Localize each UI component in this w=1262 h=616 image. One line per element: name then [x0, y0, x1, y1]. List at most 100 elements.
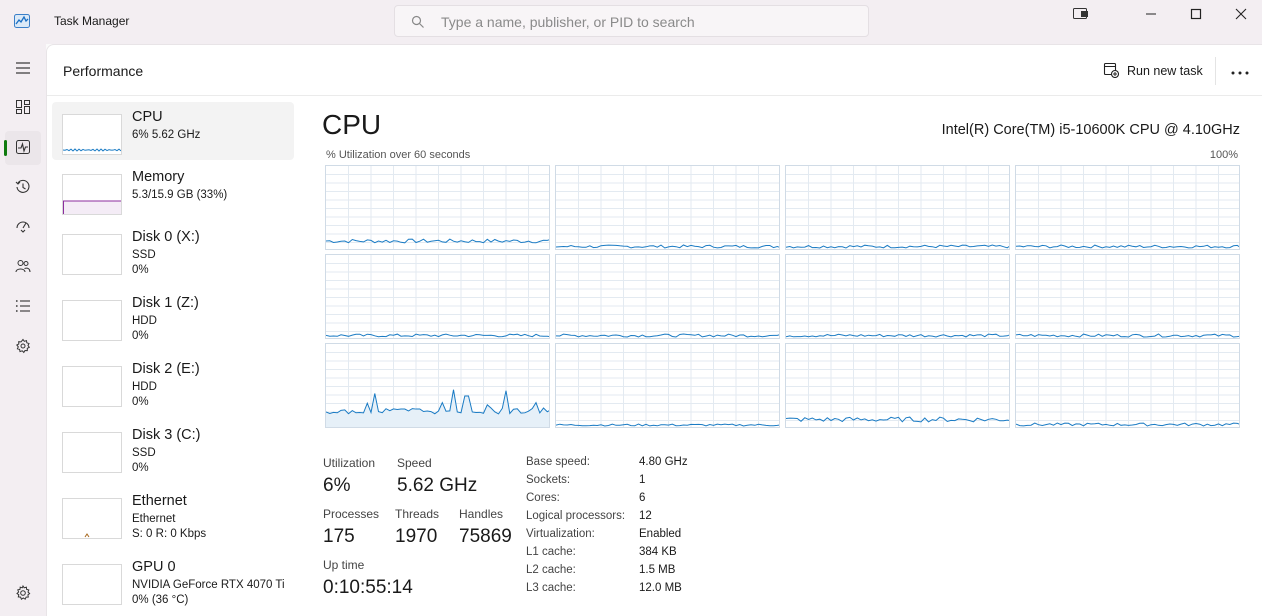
resource-detail: 5.3/15.9 GB (33%) — [132, 189, 228, 201]
efficiency-mode-button[interactable] — [1058, 0, 1104, 30]
title-bar: Task Manager — [0, 0, 1262, 44]
logical-processor-graph — [785, 254, 1010, 339]
search-input[interactable] — [441, 12, 841, 32]
resource-thumbnail-graph — [62, 366, 122, 407]
search-icon — [411, 15, 425, 29]
spec-label: L1 cache: — [526, 546, 576, 558]
cpu-title: CPU — [322, 109, 382, 140]
startup-apps-icon — [15, 218, 31, 237]
spec-value: 1 — [639, 474, 646, 486]
resource-detail: 6% 5.62 GHz — [132, 129, 201, 141]
resource-name: Disk 1 (Z:) — [132, 295, 199, 311]
search-box[interactable] — [394, 5, 869, 37]
nav-users[interactable] — [5, 250, 41, 284]
resource-name: GPU 0 — [132, 559, 176, 575]
resource-name: Memory — [132, 169, 185, 185]
nav-details[interactable] — [5, 290, 41, 324]
close-icon — [1235, 8, 1247, 23]
spec-label: Base speed: — [526, 456, 590, 468]
nav-services[interactable] — [5, 330, 41, 364]
speed-label: Speed — [397, 456, 432, 470]
logical-processor-graph — [555, 254, 780, 339]
resource-detail: SSD — [132, 447, 156, 459]
spec-label: Logical processors: — [526, 510, 626, 522]
graph-label: % Utilization over 60 seconds — [326, 149, 471, 161]
nav-startup-apps[interactable] — [5, 210, 41, 244]
processes-value: 175 — [323, 526, 355, 547]
spec-value: 12 — [639, 510, 652, 522]
logical-processor-graph — [555, 165, 780, 250]
logical-processor-graph — [1015, 254, 1240, 339]
more-options-icon — [1231, 64, 1249, 78]
app-history-icon — [15, 179, 31, 198]
spec-value: 384 KB — [639, 546, 677, 558]
resource-usage: 0% — [132, 462, 149, 474]
nav-processes[interactable] — [5, 91, 41, 125]
resource-item[interactable]: Disk 3 (C:) SSD 0% — [52, 420, 294, 482]
maximize-icon — [1190, 8, 1202, 23]
resource-thumbnail-graph — [62, 498, 122, 539]
resource-name: Disk 0 (X:) — [132, 229, 200, 245]
run-new-task-label: Run new task — [1127, 64, 1203, 78]
minimize-button[interactable] — [1128, 0, 1174, 30]
logical-processor-graph — [325, 165, 550, 250]
details-icon — [15, 299, 31, 316]
logical-processor-graph — [325, 254, 550, 339]
services-icon — [15, 338, 31, 357]
nav-settings[interactable] — [5, 577, 41, 611]
spec-value: 1.5 MB — [639, 564, 676, 576]
handles-label: Handles — [459, 507, 504, 521]
resource-item[interactable]: Ethernet Ethernet S: 0 R: 0 Kbps — [52, 486, 294, 548]
cpu-model: Intel(R) Core(TM) i5-10600K CPU @ 4.10GH… — [941, 122, 1240, 138]
navigation-rail — [0, 44, 46, 616]
resource-thumbnail-graph — [62, 234, 122, 275]
spec-label: L2 cache: — [526, 564, 576, 576]
resource-thumbnail-graph — [62, 174, 122, 215]
app-title: Task Manager — [54, 14, 130, 28]
run-new-task-button[interactable]: Run new task — [1103, 61, 1203, 81]
processes-label: Processes — [323, 507, 380, 521]
threads-value: 1970 — [395, 526, 438, 547]
task-manager-app-icon — [14, 13, 30, 29]
spec-value: 4.80 GHz — [639, 456, 688, 468]
resource-detail: NVIDIA GeForce RTX 4070 Ti — [132, 579, 285, 591]
run-task-icon — [1103, 62, 1120, 81]
hamburger-menu-icon — [15, 61, 31, 78]
resource-name: Disk 3 (C:) — [132, 427, 201, 443]
handles-value: 75869 — [459, 526, 512, 547]
resource-name: CPU — [132, 109, 163, 125]
more-options-button[interactable] — [1225, 59, 1255, 83]
spec-value: 12.0 MB — [639, 582, 682, 594]
maximize-button[interactable] — [1173, 0, 1219, 30]
logical-processor-graph — [555, 343, 780, 428]
processes-icon — [15, 99, 31, 118]
resource-item[interactable]: CPU 6% 5.62 GHz — [52, 102, 294, 160]
resource-thumbnail-graph — [62, 432, 122, 473]
resource-usage: S: 0 R: 0 Kbps — [132, 528, 207, 540]
resource-item[interactable]: Memory 5.3/15.9 GB (33%) — [52, 162, 294, 220]
efficiency-icon — [1073, 7, 1089, 23]
threads-label: Threads — [395, 507, 440, 521]
resource-thumbnail-graph — [62, 300, 122, 341]
close-button[interactable] — [1218, 0, 1262, 30]
resource-item[interactable]: Disk 0 (X:) SSD 0% — [52, 222, 294, 284]
nav-performance[interactable] — [5, 131, 41, 165]
logical-processor-graph — [1015, 165, 1240, 250]
uptime-label: Up time — [323, 558, 365, 572]
spec-label: Sockets: — [526, 474, 571, 486]
hamburger-menu-button[interactable] — [5, 52, 41, 86]
minimize-icon — [1145, 8, 1157, 23]
resource-item[interactable]: Disk 2 (E:) HDD 0% — [52, 354, 294, 416]
logical-processor-graphs — [325, 165, 1240, 430]
logical-processor-graph — [785, 343, 1010, 428]
spec-value: 6 — [639, 492, 646, 504]
resource-detail: Ethernet — [132, 513, 176, 525]
utilization-value: 6% — [323, 475, 351, 496]
resource-thumbnail-graph — [62, 564, 122, 605]
resource-item[interactable]: GPU 0 NVIDIA GeForce RTX 4070 Ti 0% (36 °C… — [52, 552, 294, 614]
nav-app-history[interactable] — [5, 171, 41, 205]
resource-item[interactable]: Disk 1 (Z:) HDD 0% — [52, 288, 294, 350]
spec-label: Cores: — [526, 492, 560, 504]
spec-value: Enabled — [639, 528, 682, 540]
resource-name: Ethernet — [132, 493, 187, 509]
